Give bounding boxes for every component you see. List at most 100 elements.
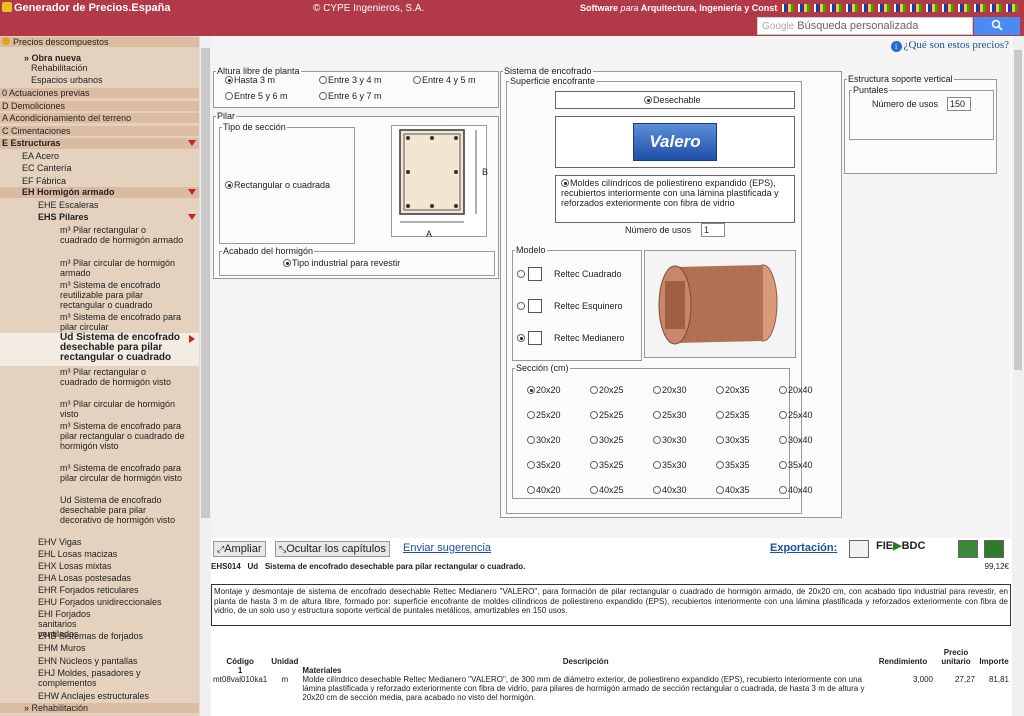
sidebar-sub[interactable]: EHA Losas postesadas	[0, 573, 199, 583]
sidebar-price-item[interactable]: m³ Sistema de encofrado para pilar circu…	[0, 463, 199, 494]
radio-icon	[590, 436, 598, 444]
sidebar-chapter[interactable]: A Acondicionamiento del terreno	[0, 113, 199, 123]
section-option[interactable]: 30x20	[527, 435, 561, 445]
section-option[interactable]: 40x40	[779, 485, 813, 495]
hide-chapters-button[interactable]: ⤡Ocultar los capítulos	[275, 541, 390, 557]
main-scroll-thumb[interactable]	[1014, 50, 1022, 370]
disposable-option[interactable]: Desechable	[644, 95, 701, 105]
sidebar-chapter[interactable]: D Demoliciones	[0, 101, 199, 111]
sidebar-price-item[interactable]: m³ Pilar circular de hormigón visto	[0, 399, 199, 420]
sidebar-concrete[interactable]: EH Hormigón armado	[0, 187, 199, 198]
main-scrollbar[interactable]	[1012, 36, 1024, 716]
sidebar-new-work[interactable]: » Obra nueva	[0, 53, 199, 63]
model-option[interactable]: Reltec Cuadrado	[517, 267, 622, 281]
sidebar-sub[interactable]: EHR Forjados reticulares	[0, 585, 199, 595]
app-title-text: Generador de Precios.España	[14, 2, 171, 14]
section-option[interactable]: 20x25	[590, 385, 624, 395]
section-option[interactable]: 35x30	[653, 460, 687, 470]
sidebar-sub[interactable]: EHL Losas macizas	[0, 549, 199, 559]
sidebar-price-item[interactable]: m³ Pilar circular de hormigón armado	[0, 258, 199, 279]
section-option[interactable]: 20x20	[527, 385, 561, 395]
sidebar-sub[interactable]: EHJ Moldes, pasadores y complementos	[0, 668, 199, 688]
send-suggestion-link[interactable]: Enviar sugerencia	[403, 542, 491, 554]
model-option[interactable]: Reltec Esquinero	[517, 299, 623, 313]
props-legend: Puntales	[853, 85, 889, 95]
sidebar-price-item[interactable]: m³ Sistema de encofrado para pilar recta…	[0, 421, 199, 462]
section-option[interactable]: 35x40	[779, 460, 813, 470]
sidebar-sub[interactable]: EHB Sistemas de forjados	[0, 631, 199, 641]
section-option[interactable]: 30x35	[716, 435, 750, 445]
excel-icon[interactable]	[958, 540, 978, 558]
height-option[interactable]: Entre 4 y 5 m	[413, 75, 476, 85]
section-option[interactable]: 25x40	[779, 410, 813, 420]
sidebar-chapter[interactable]: C Cimentaciones	[0, 126, 199, 136]
sidebar-sub[interactable]: EHX Losas mixtas	[0, 561, 199, 571]
section-option[interactable]: 25x25	[590, 410, 624, 420]
sidebar-chapter[interactable]: 0 Actuaciones previas	[0, 88, 199, 98]
sidebar-sub[interactable]: EF Fábrica	[0, 176, 199, 186]
section-option[interactable]: 40x20	[527, 485, 561, 495]
section-option[interactable]: 25x30	[653, 410, 687, 420]
section-option[interactable]: 35x35	[716, 460, 750, 470]
props-uses-input[interactable]: 150	[947, 97, 971, 111]
radio-icon	[716, 461, 724, 469]
sidebar-pillars[interactable]: EHS Pilares	[0, 212, 199, 223]
sidebar-scrollbar[interactable]	[199, 36, 211, 716]
radio-icon	[413, 76, 421, 84]
expand-button[interactable]: ⤢Ampliar	[213, 541, 266, 557]
model-option[interactable]: Reltec Medianero	[517, 331, 625, 345]
section-option[interactable]: 25x20	[527, 410, 561, 420]
sidebar-stairs[interactable]: EHE Escaleras	[0, 200, 199, 210]
section-type-option[interactable]: Rectangular o cuadrada	[225, 180, 330, 190]
section-option[interactable]: 30x30	[653, 435, 687, 445]
sidebar-sub[interactable]: EHI Forjados sanitarios ventilados	[0, 609, 199, 639]
sidebar-root[interactable]: Precios descompuestos	[0, 37, 199, 47]
sidebar-sub[interactable]: EHV Vigas	[0, 537, 199, 547]
height-option[interactable]: Entre 6 y 7 m	[319, 91, 382, 101]
sidebar-rehab-bottom[interactable]: » Rehabilitación	[0, 703, 199, 713]
section-option[interactable]: 20x30	[653, 385, 687, 395]
sidebar-urban[interactable]: Espacios urbanos	[0, 75, 199, 85]
height-option[interactable]: Entre 3 y 4 m	[319, 75, 382, 85]
mold-option[interactable]: Moldes cilíndricos de poliestireno expan…	[561, 178, 793, 208]
sidebar-price-item-selected[interactable]: Ud Sistema de encofrado desechable para …	[0, 333, 199, 366]
sidebar-scroll-thumb[interactable]	[201, 48, 210, 518]
height-option[interactable]: Entre 5 y 6 m	[225, 91, 288, 101]
section-option[interactable]: 40x35	[716, 485, 750, 495]
sidebar-sub[interactable]: EHW Anclajes estructurales	[0, 691, 199, 701]
sidebar-rehab[interactable]: Rehabilitación	[0, 63, 199, 73]
section-option[interactable]: 20x35	[716, 385, 750, 395]
search-input[interactable]: Google Búsqueda personalizada	[757, 17, 973, 35]
sidebar-sub[interactable]: EHU Forjados unidireccionales	[0, 597, 199, 607]
section-option[interactable]: 30x25	[590, 435, 624, 445]
height-option-label: Entre 3 y 4 m	[328, 75, 382, 85]
sidebar-price-item[interactable]: m³ Pilar rectangular o cuadrado de hormi…	[0, 225, 199, 258]
section-option[interactable]: 25x35	[716, 410, 750, 420]
finish-option[interactable]: Tipo industrial para revestir	[283, 258, 400, 268]
sidebar-sub[interactable]: EC Cantería	[0, 163, 199, 173]
sidebar-sub[interactable]: EHN Núcleos y pantallas	[0, 656, 199, 666]
section-option-label: 35x40	[788, 460, 813, 470]
what-are-prices-link[interactable]: i ¿Qué son estos precios?	[890, 39, 1009, 52]
height-option[interactable]: Hasta 3 m	[225, 75, 275, 85]
sidebar-price-item[interactable]: m³ Pilar rectangular o cuadrado de hormi…	[0, 367, 199, 398]
sidebar-price-item[interactable]: m³ Sistema de encofrado para pilar circu…	[0, 312, 199, 333]
section-option[interactable]: 35x25	[590, 460, 624, 470]
fiebdc-export-icon[interactable]: FIE▶BDC	[876, 539, 928, 557]
sidebar-price-item[interactable]: m³ Sistema de encofrado reutilizable par…	[0, 280, 199, 311]
section-option[interactable]: 20x40	[779, 385, 813, 395]
pdf-export-icon[interactable]	[849, 540, 869, 558]
section-option[interactable]: 30x40	[779, 435, 813, 445]
section-option[interactable]: 40x25	[590, 485, 624, 495]
uses-input[interactable]: 1	[701, 223, 725, 237]
search-button[interactable]	[974, 17, 1020, 35]
app-title[interactable]: Generador de Precios.España	[2, 2, 171, 14]
section-option[interactable]: 40x30	[653, 485, 687, 495]
sidebar-price-item[interactable]: Ud Sistema de encofrado desechable para …	[0, 495, 199, 536]
excel-export-icon[interactable]	[984, 540, 1004, 558]
section-option[interactable]: 35x20	[527, 460, 561, 470]
sidebar-structures[interactable]: E Estructuras	[0, 138, 199, 149]
language-flags[interactable]	[778, 4, 1022, 12]
sidebar-sub[interactable]: EHM Muros	[0, 643, 199, 653]
sidebar-sub[interactable]: EA Acero	[0, 151, 199, 161]
